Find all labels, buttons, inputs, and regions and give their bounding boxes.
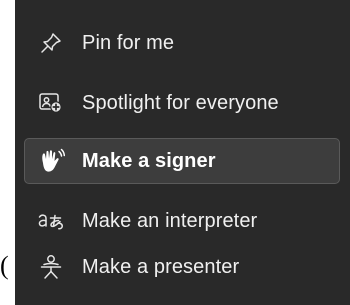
menu-item-make-a-signer[interactable]: Make a signer — [24, 138, 340, 184]
menu-item-label: Make a presenter — [82, 255, 240, 278]
menu-item-label: Make an interpreter — [82, 209, 258, 232]
participant-context-menu: Pin for me Spotlight for everyone Make a… — [15, 0, 350, 305]
menu-item-label: Pin for me — [82, 31, 175, 54]
hand-wave-icon — [36, 148, 66, 174]
translate-icon — [36, 208, 66, 234]
menu-item-label: Spotlight for everyone — [82, 91, 279, 114]
menu-item-make-an-interpreter[interactable]: Make an interpreter — [24, 198, 340, 244]
spotlight-icon — [36, 90, 66, 116]
pin-icon — [36, 30, 66, 56]
presenter-icon — [36, 254, 66, 280]
menu-item-spotlight-for-everyone[interactable]: Spotlight for everyone — [24, 80, 340, 126]
screenshot-stage: ( Pin for me Spotlight for everyone Make… — [0, 0, 350, 305]
menu-item-make-a-presenter[interactable]: Make a presenter — [24, 244, 340, 290]
menu-item-label: Make a signer — [82, 149, 216, 172]
menu-item-pin-for-me[interactable]: Pin for me — [24, 20, 340, 66]
